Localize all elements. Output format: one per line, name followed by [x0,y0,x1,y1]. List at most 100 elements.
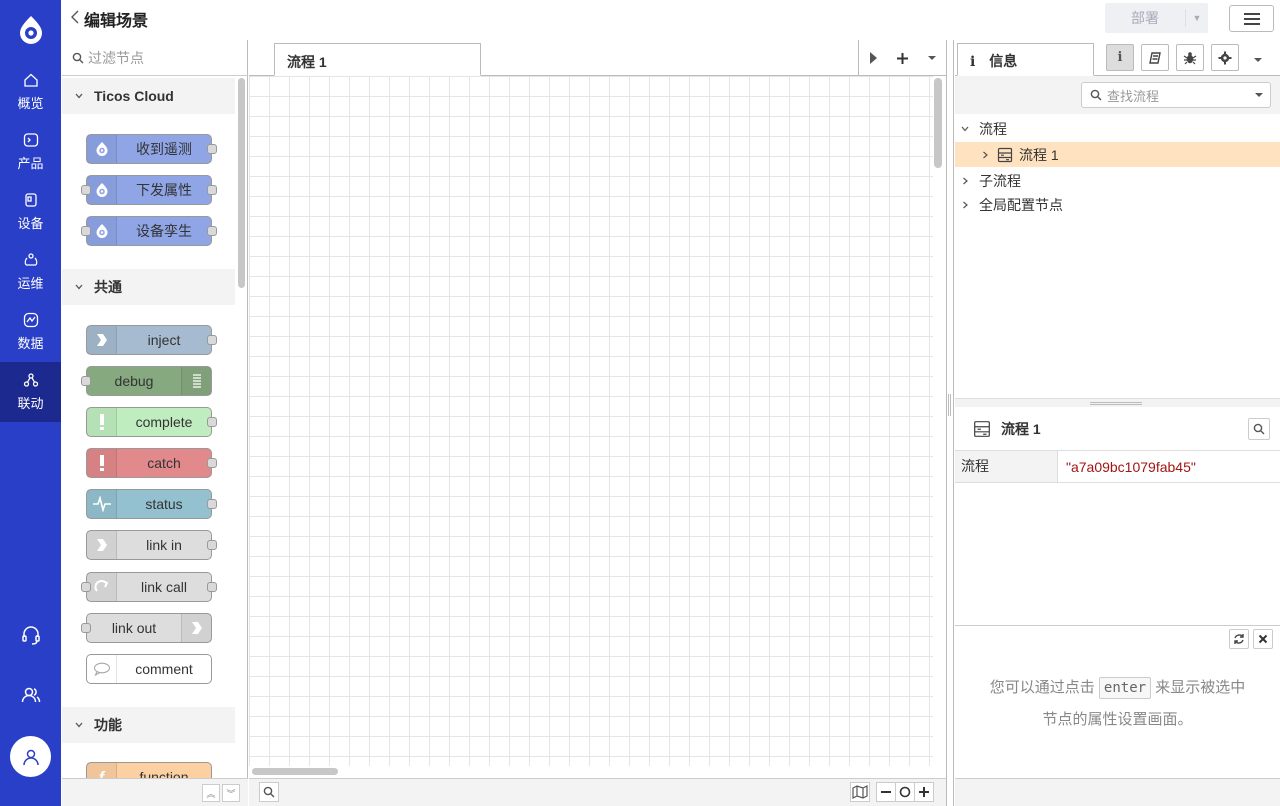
canvas-horizontal-scrollbar[interactable] [252,768,338,775]
input-port[interactable] [81,376,91,386]
output-port[interactable] [207,144,217,154]
palette-node-link-in[interactable]: link in [86,530,217,560]
flow-icon [974,420,990,437]
navigator-button[interactable] [850,782,870,802]
nav-item-product[interactable]: 产品 [0,122,61,182]
input-port[interactable] [81,226,91,236]
nav-item-data[interactable]: 数据 [0,302,61,362]
palette-node-link-out[interactable]: link out [81,613,212,643]
palette-node-send-property[interactable]: 下发属性 [81,175,217,205]
back-arrow-icon[interactable] [68,8,82,26]
debug-tab-button[interactable] [1176,44,1204,71]
output-port[interactable] [207,335,217,345]
collapse-all-button[interactable]: ︽ [202,784,220,802]
nav-item-overview[interactable]: 概览 [0,62,61,122]
arrow-in-icon [87,326,117,354]
plus-icon [919,787,929,797]
output-port[interactable] [207,417,217,427]
next-tip-button[interactable] [1229,629,1249,649]
palette-node-comment[interactable]: comment [86,654,212,684]
tree-item-flows[interactable]: 流程 [955,116,1280,141]
nav-label: 联动 [17,396,44,411]
canvas-vertical-scrollbar[interactable] [934,78,942,168]
close-tip-button[interactable] [1253,629,1273,649]
chevron-down-icon[interactable] [927,54,937,62]
users-icon[interactable] [20,684,42,706]
sidebar-splitter[interactable] [946,40,954,806]
tree-item-global-config[interactable]: 全局配置节点 [955,192,1280,217]
link-call-icon [87,573,117,601]
info-icon: i [970,54,976,70]
info-tab-button[interactable]: i [1106,44,1134,71]
minus-icon [881,791,891,793]
chevron-down-icon[interactable] [1254,91,1264,99]
home-icon [23,73,38,87]
palette-node-debug[interactable]: debug [81,366,212,396]
user-icon [22,749,39,765]
palette-node-device-twin[interactable]: 设备孪生 [81,216,217,246]
zoom-reset-button[interactable] [895,782,915,802]
output-port[interactable] [207,582,217,592]
help-tip-line1: 您可以通过点击 enter 来显示被选中 [955,672,1280,704]
add-icon[interactable] [896,52,909,65]
sidebar-menu-chevron[interactable] [1252,52,1264,62]
nav-item-device[interactable]: 设备 [0,182,61,242]
output-port[interactable] [207,226,217,236]
palette-category-common[interactable]: 共通 [62,269,235,305]
show-flow-button[interactable] [1248,418,1270,440]
output-port[interactable] [207,499,217,509]
palette-category-ticos[interactable]: Ticos Cloud [62,78,235,114]
node-label: function [139,769,189,778]
tree-item-flow-1[interactable]: 流程 1 [955,142,1280,167]
output-port[interactable] [207,458,217,468]
avatar[interactable] [10,736,51,777]
config-tab-button[interactable] [1211,44,1239,71]
link-out-icon [181,614,211,642]
chevron-right-icon [983,151,988,158]
chevron-down-icon [75,284,83,290]
palette-category-function[interactable]: 功能 [62,707,235,743]
palette-node-status[interactable]: status [86,489,217,519]
palette-node-link-call[interactable]: link call [81,572,217,602]
ticos-logo-icon[interactable] [15,14,47,46]
search-button[interactable] [259,782,279,802]
palette-filter[interactable]: 过滤节点 [62,40,248,76]
main-menu-button[interactable] [1229,5,1274,32]
output-port[interactable] [207,185,217,195]
deploy-button[interactable]: 部署 ▼ [1105,3,1208,33]
input-port[interactable] [81,582,91,592]
zoom-in-button[interactable] [914,782,934,802]
input-port[interactable] [81,185,91,195]
palette-node-catch[interactable]: catch [86,448,217,478]
zoom-out-button[interactable] [876,782,896,802]
splitter-grip[interactable] [948,394,951,416]
tab-flow-1[interactable]: 流程 1 [274,43,481,76]
node-label: 收到遥测 [136,141,192,157]
chevron-down-icon[interactable]: ▼ [1186,13,1208,23]
input-port[interactable] [81,623,91,633]
headset-icon[interactable] [20,624,42,646]
palette-scrollbar[interactable] [238,78,245,288]
play-icon[interactable] [868,51,878,65]
flow-search-input[interactable]: 查找流程 [1081,82,1271,108]
output-port[interactable] [207,540,217,550]
nav-label: 运维 [17,276,44,291]
tree-label: 流程 [979,120,1007,137]
property-value[interactable]: "a7a09bc1079fab45" [1058,451,1280,482]
category-label: 功能 [94,717,122,733]
ticos-node-icon [87,217,117,245]
nav-item-ops[interactable]: 运维 [0,242,61,302]
double-chevron-down-icon: ︾ [226,788,236,799]
expand-all-button[interactable]: ︾ [222,784,240,802]
tab-info[interactable]: i 信息 [957,43,1094,76]
palette-node-function[interactable]: f function [86,762,212,778]
help-tab-button[interactable] [1141,44,1169,71]
palette-node-telemetry[interactable]: 收到遥测 [86,134,217,164]
nav-label: 设备 [17,216,44,231]
tree-item-subflows[interactable]: 子流程 [955,168,1280,193]
flow-canvas[interactable] [249,76,933,766]
panel-resize-handle[interactable] [955,398,1280,407]
palette-node-complete[interactable]: complete [86,407,217,437]
nav-item-linkage[interactable]: 联动 [0,362,61,422]
palette-node-inject[interactable]: inject [86,325,217,355]
